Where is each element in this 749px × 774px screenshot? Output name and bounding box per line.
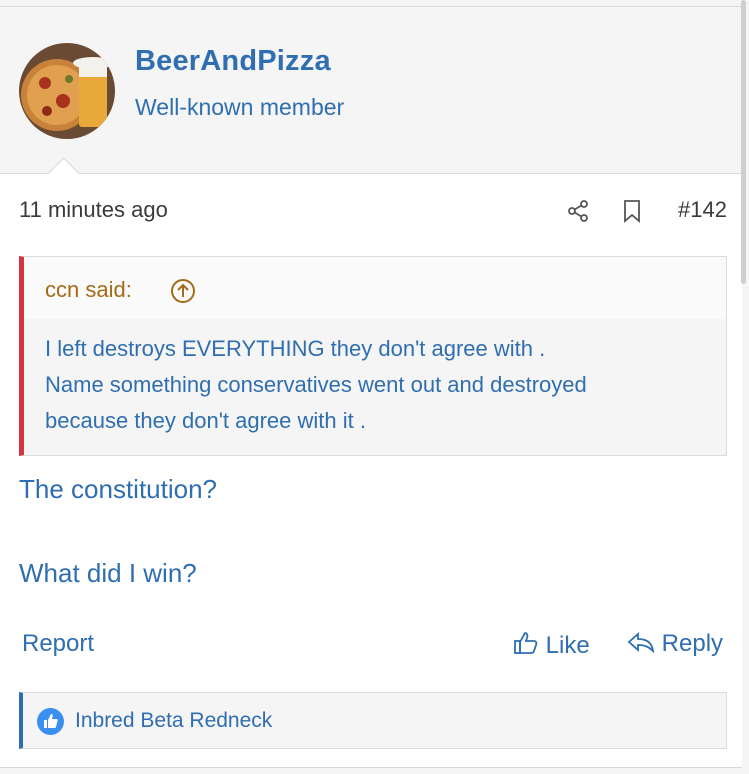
reply-icon bbox=[627, 630, 655, 661]
post-body-line: What did I win? bbox=[19, 558, 197, 588]
bookmark-icon[interactable] bbox=[622, 199, 642, 228]
quote-header: ccn said: bbox=[24, 257, 726, 319]
quote-line: I left destroys EVERYTHING they don't ag… bbox=[45, 336, 546, 361]
post-number-link[interactable]: #142 bbox=[678, 197, 727, 223]
quote-block: ccn said: I left destroys EVERYTHING the… bbox=[19, 256, 727, 456]
user-title: Well-known member bbox=[135, 94, 345, 120]
user-header: BeerAndPizza Well-known member bbox=[0, 7, 742, 174]
report-link[interactable]: Report bbox=[22, 630, 94, 658]
arrow-up-circle-icon[interactable] bbox=[170, 278, 196, 309]
like-reaction-icon bbox=[37, 708, 64, 735]
quote-line: because they don't agree with it . bbox=[45, 408, 366, 433]
reply-button[interactable]: Reply bbox=[627, 630, 723, 661]
quote-line: Name something conservatives went out an… bbox=[45, 372, 587, 397]
share-icon[interactable] bbox=[566, 199, 590, 228]
post-container: BeerAndPizza Well-known member 11 minute… bbox=[0, 6, 742, 768]
avatar-image bbox=[19, 43, 115, 139]
avatar[interactable] bbox=[19, 43, 115, 139]
post-timestamp[interactable]: 11 minutes ago bbox=[19, 197, 168, 223]
quote-body: I left destroys EVERYTHING they don't ag… bbox=[45, 331, 706, 439]
username-link[interactable]: BeerAndPizza bbox=[135, 45, 331, 78]
like-label: Like bbox=[545, 632, 590, 659]
scrollbar[interactable] bbox=[741, 0, 746, 284]
post-body-line: The constitution? bbox=[19, 474, 218, 504]
reply-label: Reply bbox=[661, 630, 724, 657]
like-button[interactable]: Like bbox=[513, 630, 590, 663]
reaction-summary[interactable]: Inbred Beta Redneck bbox=[75, 709, 272, 733]
quote-author[interactable]: ccn said: bbox=[45, 277, 132, 303]
reactions-bar: Inbred Beta Redneck bbox=[19, 692, 727, 749]
thumbs-up-icon bbox=[513, 630, 539, 663]
